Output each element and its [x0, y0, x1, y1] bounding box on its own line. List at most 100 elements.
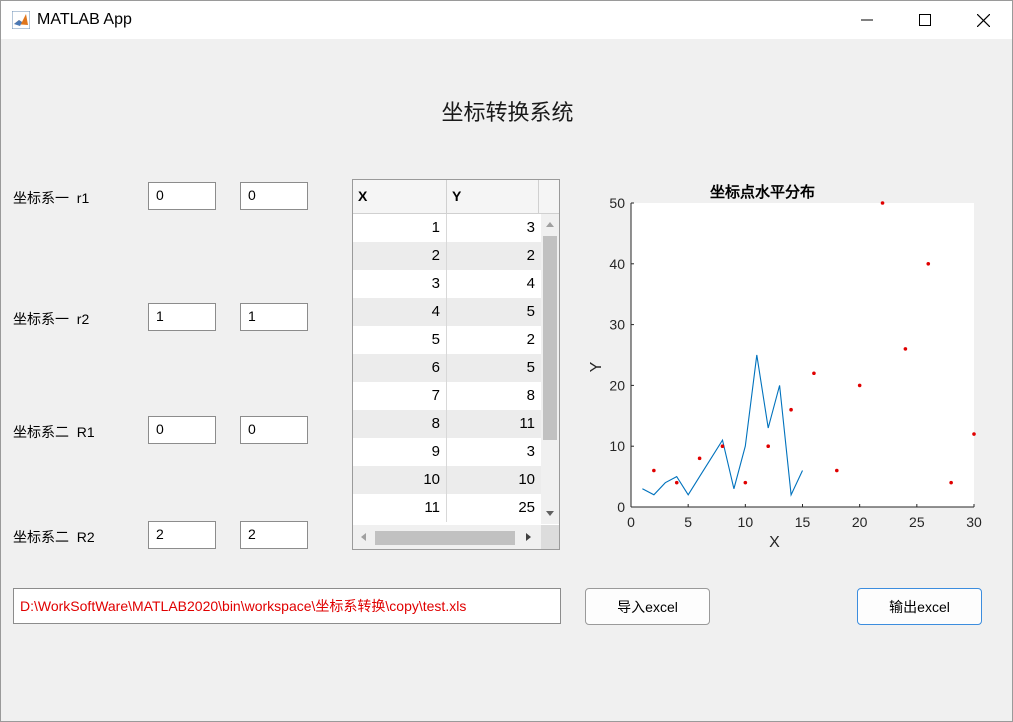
R1-field-2[interactable]: 0: [240, 416, 308, 444]
R2-field-2[interactable]: 2: [240, 521, 308, 549]
cell-x[interactable]: 5: [353, 326, 447, 354]
table-row[interactable]: 34: [353, 270, 541, 298]
table-row[interactable]: 10 10: [353, 466, 541, 494]
data-point: [949, 480, 953, 485]
cell-y[interactable]: 2: [447, 326, 541, 354]
cell-x[interactable]: 10: [353, 466, 447, 494]
vertical-scrollbar[interactable]: [541, 214, 559, 524]
cell-y[interactable]: 3: [447, 214, 541, 242]
minimize-button[interactable]: [838, 1, 896, 39]
chart-title: 坐标点水平分布: [710, 183, 815, 201]
matlab-logo-icon: [12, 11, 30, 29]
r1-label: 坐标系一 r1: [13, 190, 90, 206]
table-row[interactable]: 13: [353, 214, 541, 242]
export-excel-button[interactable]: 输出excel: [857, 588, 982, 625]
R2-field-1[interactable]: 2: [148, 521, 216, 549]
cell-y[interactable]: 4: [447, 270, 541, 298]
minimize-icon: [861, 19, 873, 21]
x-axis-label: X: [769, 534, 780, 551]
y-tick-label: 50: [609, 195, 625, 211]
title-bar: MATLAB App: [1, 1, 1012, 39]
x-tick-label: 10: [738, 514, 754, 530]
R2-label: 坐标系二 R2: [13, 529, 95, 545]
data-point: [972, 432, 976, 436]
cell-x[interactable]: 3: [353, 270, 447, 298]
scroll-left-icon[interactable]: [359, 532, 367, 542]
y-tick-label: 20: [609, 377, 625, 393]
r2-field-1[interactable]: 1: [148, 303, 216, 331]
cell-x[interactable]: 1: [353, 214, 447, 242]
plot-area: [631, 203, 974, 507]
data-point: [720, 444, 725, 449]
x-tick-label: 30: [966, 514, 982, 530]
close-icon: [976, 13, 990, 27]
table-row[interactable]: 45: [353, 298, 541, 326]
table-row[interactable]: 11 25: [353, 494, 541, 522]
x-tick-label: 20: [852, 514, 868, 530]
file-path-field[interactable]: D:\WorkSoftWare\MATLAB2020\bin\workspace…: [13, 588, 561, 624]
data-point: [812, 371, 816, 376]
table-row[interactable]: 78: [353, 382, 541, 410]
table-row[interactable]: 8 11: [353, 410, 541, 438]
table-body: 1 3 2 2 3 4 4 5 5 2 6 5 7 8 8 11 9 3 10 10 11 25: [353, 214, 541, 522]
table-row[interactable]: 22: [353, 242, 541, 270]
x-tick-label: 5: [684, 514, 692, 530]
scroll-right-icon[interactable]: [525, 532, 533, 542]
r1-field-1[interactable]: 0: [148, 182, 216, 210]
column-header-x[interactable]: X: [353, 180, 447, 213]
y-tick-label: 0: [617, 499, 625, 515]
r2-field-2[interactable]: 1: [240, 303, 308, 331]
vertical-scroll-thumb[interactable]: [543, 236, 557, 440]
horizontal-scroll-thumb[interactable]: [375, 531, 515, 545]
table-row[interactable]: 52: [353, 326, 541, 354]
cell-y[interactable]: 5: [447, 298, 541, 326]
cell-y[interactable]: 25: [447, 494, 541, 522]
window-title: MATLAB App: [37, 11, 132, 28]
data-point: [835, 468, 839, 473]
r1-field-2[interactable]: 0: [240, 182, 308, 210]
close-button[interactable]: [954, 1, 1012, 39]
scroll-down-icon[interactable]: [545, 510, 555, 518]
data-point: [766, 444, 770, 449]
cell-x[interactable]: 2: [353, 242, 447, 270]
cell-y[interactable]: 3: [447, 438, 541, 466]
cell-y[interactable]: 10: [447, 466, 541, 494]
cell-x[interactable]: 7: [353, 382, 447, 410]
data-table[interactable]: X Y 1 3 2 2 3 4 4 5 5 2 6 5 7 8 8 11 9 3 10 10 11 25: [352, 179, 560, 550]
cell-x[interactable]: 11: [353, 494, 447, 522]
cell-y[interactable]: 11: [447, 410, 541, 438]
maximize-icon: [919, 14, 931, 26]
cell-y[interactable]: 2: [447, 242, 541, 270]
y-tick-label: 30: [609, 317, 625, 333]
maximize-button[interactable]: [896, 1, 954, 39]
import-excel-button[interactable]: 导入excel: [585, 588, 710, 625]
R1-field-1[interactable]: 0: [148, 416, 216, 444]
data-point: [926, 262, 931, 266]
y-tick-label: 40: [609, 256, 625, 272]
table-row[interactable]: 93: [353, 438, 541, 466]
cell-x[interactable]: 9: [353, 438, 447, 466]
cell-x[interactable]: 6: [353, 354, 447, 382]
horizontal-scrollbar[interactable]: [353, 525, 541, 549]
data-point: [857, 383, 862, 388]
data-point: [697, 456, 702, 461]
column-header-y[interactable]: Y: [447, 180, 539, 213]
y-axis-label: Y: [588, 361, 605, 372]
cell-x[interactable]: 8: [353, 410, 447, 438]
data-point: [903, 347, 908, 351]
R1-label: 坐标系二 R1: [13, 424, 95, 440]
app-window: MATLAB App 坐标转换系统 坐标系一 r1 0 0 坐标系一 r2 1 …: [0, 0, 1013, 722]
data-point: [789, 407, 793, 412]
data-point: [674, 480, 679, 485]
table-row[interactable]: 65: [353, 354, 541, 382]
scroll-up-icon[interactable]: [545, 220, 555, 228]
x-tick-label: 15: [795, 514, 811, 530]
cell-y[interactable]: 5: [447, 354, 541, 382]
cell-y[interactable]: 8: [447, 382, 541, 410]
data-point: [743, 480, 748, 485]
x-tick-label: 25: [909, 514, 925, 530]
x-tick-label: 0: [627, 514, 635, 530]
data-point: [880, 201, 885, 205]
cell-x[interactable]: 4: [353, 298, 447, 326]
data-point: [652, 468, 656, 473]
